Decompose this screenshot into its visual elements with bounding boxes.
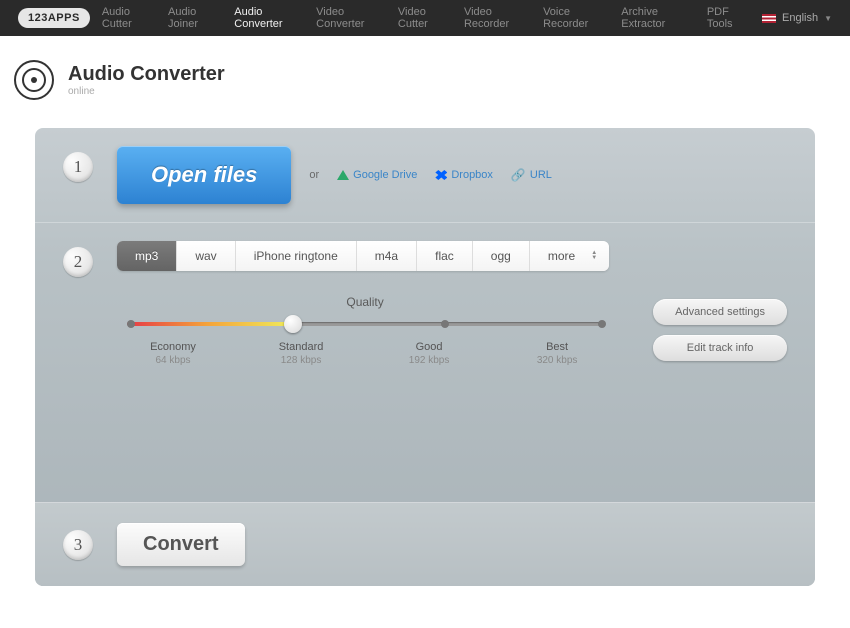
source-dropbox[interactable]: Dropbox [435, 169, 493, 181]
slider-stop-good [441, 320, 449, 328]
audio-converter-icon [14, 60, 54, 100]
step-3-section: 3 Convert [35, 502, 815, 586]
nav-voice-recorder[interactable]: Voice Recorder [543, 6, 607, 30]
slider-fill [127, 322, 289, 326]
google-drive-label: Google Drive [353, 169, 417, 181]
dropbox-icon [435, 170, 447, 180]
page-subtitle: online [68, 86, 225, 97]
step-3-number: 3 [63, 530, 93, 560]
quality-best-rate: 320 kbps [493, 355, 621, 366]
nav-video-cutter[interactable]: Video Cutter [398, 6, 450, 30]
edit-track-info-button[interactable]: Edit track info [653, 335, 787, 361]
page-header: Audio Converter online [0, 36, 850, 128]
format-tab-flac[interactable]: flac [417, 241, 473, 271]
dropbox-label: Dropbox [451, 169, 493, 181]
language-selector[interactable]: English ▼ [762, 12, 832, 24]
step-1-row: 1 Open files or Google Drive Dropbox 🔗 U… [35, 128, 815, 222]
google-drive-icon [337, 170, 349, 180]
nav-archive-extractor[interactable]: Archive Extractor [621, 6, 693, 30]
link-icon: 🔗 [511, 168, 526, 182]
convert-button[interactable]: Convert [117, 523, 245, 566]
step-1-number: 1 [63, 152, 93, 182]
quality-labels: Economy 64 kbps Standard 128 kbps Good 192 … [109, 341, 621, 366]
quality-good-name: Good [365, 341, 493, 353]
format-tab-more[interactable]: more ▲▼ [530, 241, 609, 271]
format-tab-ogg[interactable]: ogg [473, 241, 530, 271]
format-more-label: more [548, 249, 575, 263]
quality-slider[interactable] [127, 317, 603, 331]
quality-title: Quality [117, 295, 613, 309]
nav-links: Audio Cutter Audio Joiner Audio Converte… [102, 6, 750, 30]
logo[interactable]: 123APPS [18, 8, 90, 28]
advanced-settings-button[interactable]: Advanced settings [653, 299, 787, 325]
or-label: or [309, 169, 319, 181]
nav-audio-cutter[interactable]: Audio Cutter [102, 6, 154, 30]
quality-best-name: Best [493, 341, 621, 353]
nav-audio-converter[interactable]: Audio Converter [234, 6, 302, 30]
source-google-drive[interactable]: Google Drive [337, 169, 417, 181]
nav-video-recorder[interactable]: Video Recorder [464, 6, 529, 30]
url-label: URL [530, 169, 552, 181]
language-label: English [782, 12, 818, 24]
main-card: 1 Open files or Google Drive Dropbox 🔗 U… [35, 128, 815, 586]
format-tab-mp3[interactable]: mp3 [117, 241, 177, 271]
updown-arrows-icon: ▲▼ [591, 251, 597, 261]
nav-pdf-tools[interactable]: PDF Tools [707, 6, 750, 30]
nav-video-converter[interactable]: Video Converter [316, 6, 384, 30]
chevron-down-icon: ▼ [824, 14, 832, 23]
quality-economy-name: Economy [109, 341, 237, 353]
slider-stop-best [598, 320, 606, 328]
step-2-number: 2 [63, 247, 93, 277]
nav-audio-joiner[interactable]: Audio Joiner [168, 6, 220, 30]
slider-stop-economy [127, 320, 135, 328]
format-tab-wav[interactable]: wav [177, 241, 235, 271]
format-tab-m4a[interactable]: m4a [357, 241, 417, 271]
format-tab-iphone-ringtone[interactable]: iPhone ringtone [236, 241, 357, 271]
format-tabs: mp3 wav iPhone ringtone m4a flac ogg mor… [117, 241, 609, 271]
page-title: Audio Converter [68, 63, 225, 86]
step-2-row: 2 mp3 wav iPhone ringtone m4a flac ogg m… [35, 222, 815, 502]
quality-good-rate: 192 kbps [365, 355, 493, 366]
quality-standard-name: Standard [237, 341, 365, 353]
quality-standard-rate: 128 kbps [237, 355, 365, 366]
flag-icon [762, 14, 776, 23]
slider-knob[interactable] [284, 315, 302, 333]
source-url[interactable]: 🔗 URL [511, 168, 552, 182]
open-files-button[interactable]: Open files [117, 146, 291, 204]
top-navbar: 123APPS Audio Cutter Audio Joiner Audio … [0, 0, 850, 36]
quality-economy-rate: 64 kbps [109, 355, 237, 366]
